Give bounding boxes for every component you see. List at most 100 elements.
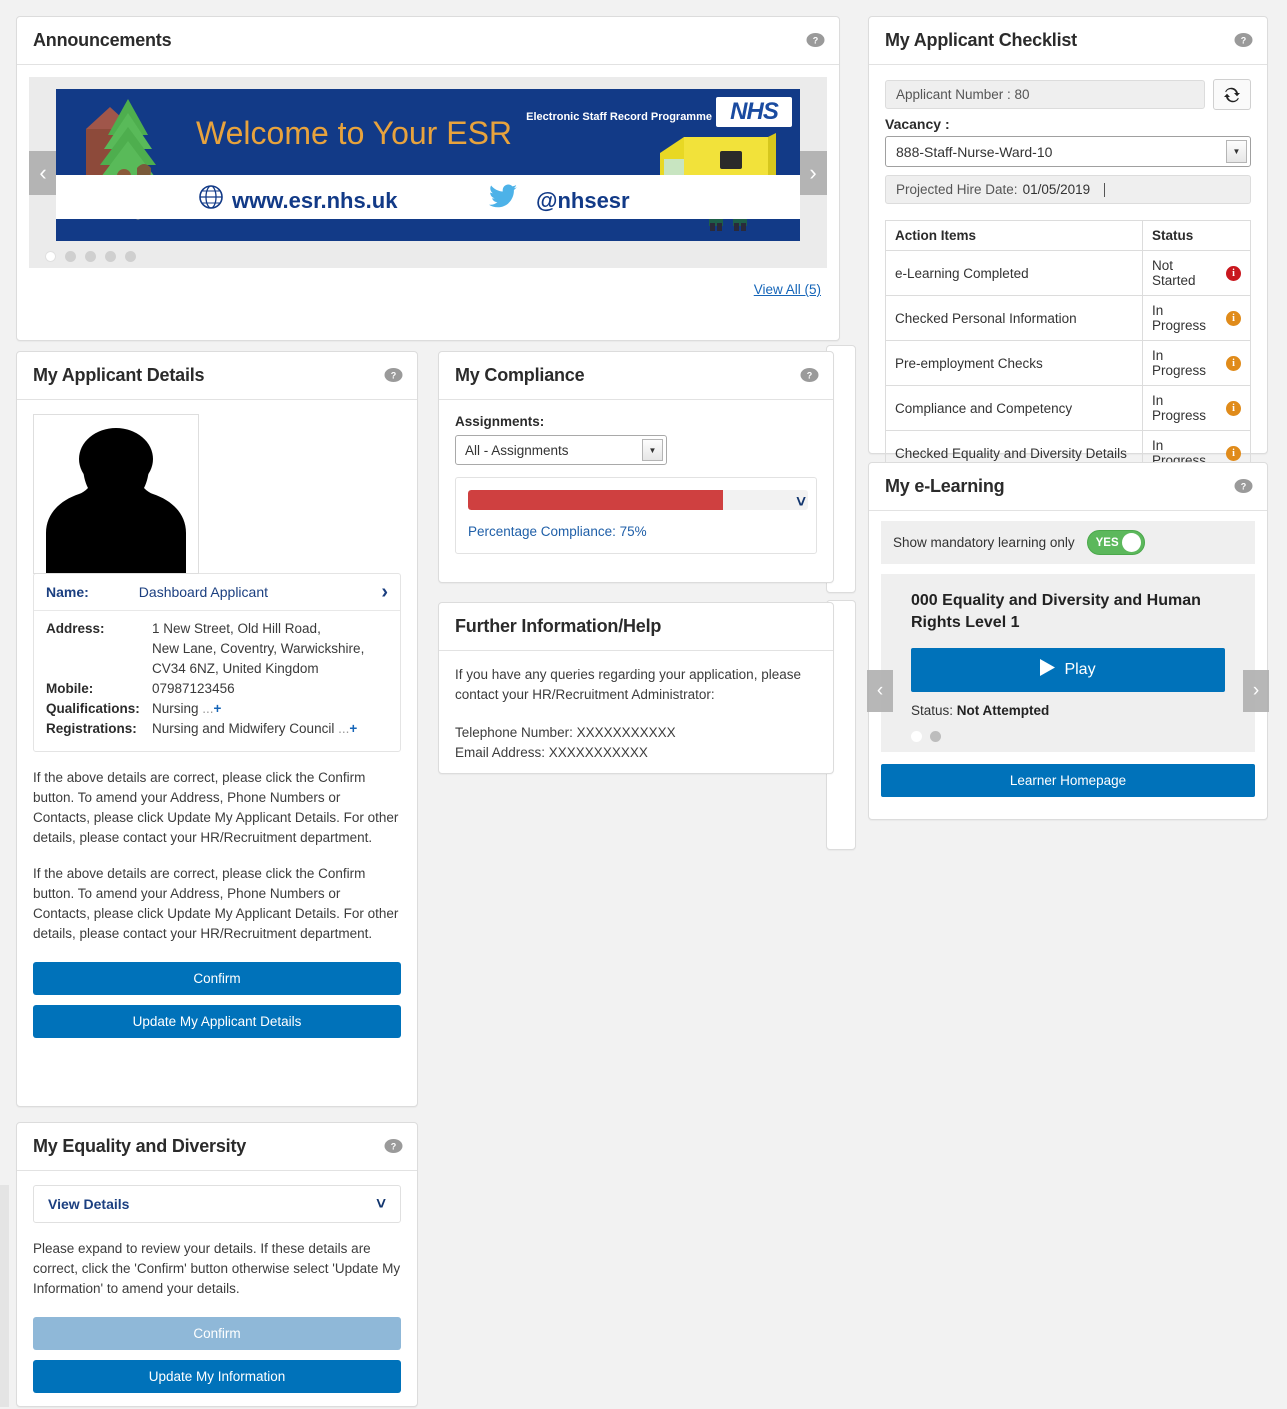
help-bubble-icon[interactable]: ? xyxy=(384,1138,403,1155)
status-text: In Progress xyxy=(1152,303,1207,333)
assignments-select[interactable]: All - Assignments ▼ xyxy=(455,435,667,465)
svg-text:?: ? xyxy=(813,35,819,45)
help-bubble-icon[interactable]: ? xyxy=(800,367,819,384)
update-my-information-button[interactable]: Update My Information xyxy=(33,1360,401,1393)
play-button[interactable]: Play xyxy=(911,648,1225,692)
vacancy-select[interactable]: 888-Staff-Nurse-Ward-10 ▼ xyxy=(885,136,1251,167)
status-value: Not Attempted xyxy=(956,703,1050,718)
course-next-button[interactable]: › xyxy=(1243,670,1269,712)
chevron-down-icon[interactable]: ˅ xyxy=(376,1194,386,1214)
table-row: e-Learning Completed Not Started i xyxy=(885,250,1251,296)
toggle-knob xyxy=(1121,533,1141,552)
projected-hire-date-field: Projected Hire Date: 01/05/2019 xyxy=(885,175,1251,204)
view-details-expander[interactable]: View Details ˅ xyxy=(33,1185,401,1223)
vacancy-label: Vacancy : xyxy=(885,116,950,132)
confirm-button[interactable]: Confirm xyxy=(33,1317,401,1350)
announcements-carousel: ‹ › Electronic Staff Record Programme NH… xyxy=(29,77,827,268)
carousel-dot[interactable] xyxy=(125,251,136,262)
status-cell: In Progress i xyxy=(1142,385,1251,431)
field-value: 07987123456 xyxy=(152,681,235,696)
carousel-prev-button[interactable]: ‹ xyxy=(29,150,57,195)
banner-url-strip xyxy=(56,175,800,219)
info-icon[interactable]: i xyxy=(1226,400,1241,416)
info-icon[interactable]: i xyxy=(1226,355,1241,371)
field-value: New Lane, Coventry, Warwickshire, xyxy=(152,641,365,656)
ellipsis-icon: ... xyxy=(334,721,350,736)
mandatory-learning-row: Show mandatory learning only YES xyxy=(881,521,1255,564)
carousel-next-button[interactable]: › xyxy=(799,150,827,195)
banner-programme-text: Electronic Staff Record Programme xyxy=(526,111,712,123)
chevron-down-icon[interactable]: ▼ xyxy=(1226,140,1247,163)
compliance-progress-card[interactable]: ˅ Percentage Compliance: 75% xyxy=(455,477,817,554)
expand-registrations-icon[interactable]: + xyxy=(349,719,357,738)
name-value: Dashboard Applicant xyxy=(138,584,268,600)
applicant-details-panel: My Applicant Details ? Name: Dashboard A… xyxy=(16,351,418,1107)
carousel-dots xyxy=(29,241,827,264)
column-header-action-items: Action Items xyxy=(885,220,1143,251)
svg-text:?: ? xyxy=(807,370,813,380)
info-icon[interactable]: i xyxy=(1226,310,1241,326)
banner-url-text: www.esr.nhs.uk xyxy=(232,188,398,213)
course-dot[interactable] xyxy=(911,731,922,742)
banner-welcome-text: Welcome to Your ESR xyxy=(196,115,513,151)
elearning-header: My e-Learning ? xyxy=(869,463,1267,511)
percentage-compliance-text: Percentage Compliance: 75% xyxy=(468,524,647,539)
field-row-qualifications: Qualifications: Nursing ... + xyxy=(46,699,388,718)
mandatory-learning-toggle[interactable]: YES xyxy=(1086,530,1145,555)
globe-icon xyxy=(198,184,224,215)
chevron-right-icon[interactable]: › xyxy=(381,581,388,604)
svg-text:?: ? xyxy=(1241,481,1247,491)
help-bubble-icon[interactable]: ? xyxy=(806,32,825,49)
carousel-dot[interactable] xyxy=(45,251,56,262)
chevron-down-icon[interactable]: ▼ xyxy=(642,439,663,461)
field-row-address-line2: New Lane, Coventry, Warwickshire, xyxy=(46,639,388,658)
info-icon[interactable]: i xyxy=(1226,265,1241,281)
help-bubble-icon[interactable]: ? xyxy=(1234,32,1253,49)
elearning-panel: My e-Learning ? Show mandatory learning … xyxy=(867,462,1269,820)
refresh-button[interactable] xyxy=(1213,79,1251,110)
text-caret xyxy=(1104,182,1106,197)
field-row-address-line3: CV34 6NZ, United Kingdom xyxy=(46,659,388,678)
play-label: Play xyxy=(1064,661,1096,678)
projected-hire-date-label: Projected Hire Date: xyxy=(896,182,1018,197)
column-header-status: Status xyxy=(1142,220,1251,251)
view-all-link[interactable]: View All (5) xyxy=(754,282,821,297)
learner-homepage-button[interactable]: Learner Homepage xyxy=(881,764,1255,797)
chevron-down-icon[interactable]: ˅ xyxy=(796,492,806,512)
status-cell: In Progress i xyxy=(1142,295,1251,341)
svg-text:?: ? xyxy=(391,1141,397,1151)
esr-welcome-banner[interactable]: Electronic Staff Record Programme NHS We… xyxy=(56,89,800,241)
assignments-label: Assignments: xyxy=(455,414,545,429)
view-details-label: View Details xyxy=(48,1196,130,1212)
expand-qualifications-icon[interactable]: + xyxy=(214,699,222,718)
field-label: Mobile: xyxy=(46,681,94,696)
field-value: Nursing xyxy=(152,701,199,716)
carousel-dot[interactable] xyxy=(105,251,116,262)
carousel-dot[interactable] xyxy=(85,251,96,262)
ellipsis-icon: ... xyxy=(198,701,214,716)
confirm-button[interactable]: Confirm xyxy=(33,962,401,995)
carousel-dot[interactable] xyxy=(65,251,76,262)
help-bubble-icon[interactable]: ? xyxy=(1234,478,1253,495)
compliance-body: Assignments: All - Assignments ▼ ˅ Perce… xyxy=(439,400,833,570)
applicant-details-body: Name: Dashboard Applicant › Address: 1 N… xyxy=(17,400,417,1054)
avatar xyxy=(33,414,199,574)
equality-body: View Details ˅ Please expand to review y… xyxy=(17,1171,417,1409)
course-prev-button[interactable]: ‹ xyxy=(867,670,893,712)
further-info-body: If you have any queries regarding your a… xyxy=(439,651,833,779)
action-item-cell: Compliance and Competency xyxy=(885,385,1143,431)
status-cell: In Progress i xyxy=(1142,340,1251,386)
name-row[interactable]: Name: Dashboard Applicant › xyxy=(34,574,400,611)
update-applicant-details-button[interactable]: Update My Applicant Details xyxy=(33,1005,401,1038)
assignments-selected-value: All - Assignments xyxy=(465,442,569,458)
field-label xyxy=(46,659,152,678)
name-label: Name: xyxy=(46,584,89,600)
action-item-cell: Pre-employment Checks xyxy=(885,340,1143,386)
applicant-field-list: Address: 1 New Street, Old Hill Road, Ne… xyxy=(34,611,400,751)
help-bubble-icon[interactable]: ? xyxy=(384,367,403,384)
announcements-header: Announcements ? xyxy=(17,17,839,65)
projected-hire-date-value: 01/05/2019 xyxy=(1022,182,1091,197)
info-icon[interactable]: i xyxy=(1226,445,1241,461)
course-dot[interactable] xyxy=(930,731,941,742)
further-info-panel: Further Information/Help If you have any… xyxy=(438,602,834,774)
